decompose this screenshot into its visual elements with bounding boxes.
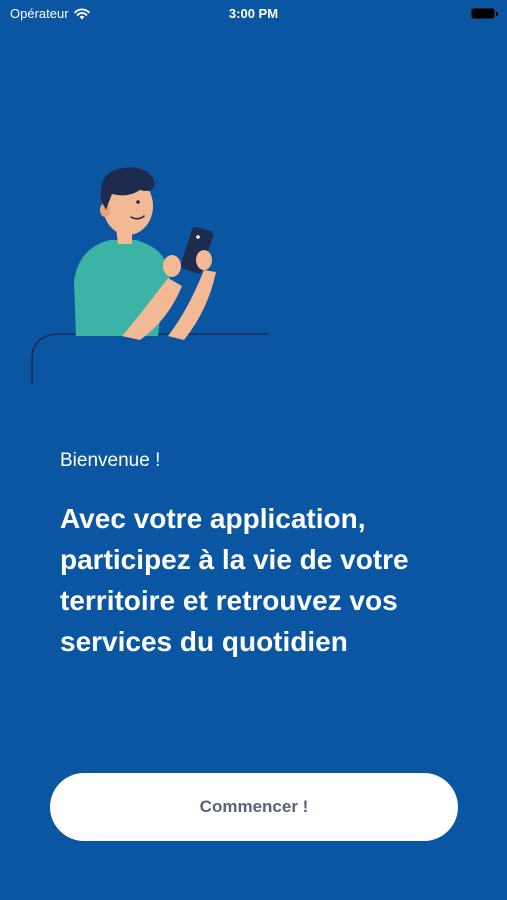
onboarding-screen: Opérateur 3:00 PM Bienvenue ! Avec votre…: [0, 0, 507, 900]
start-button[interactable]: Commencer !: [50, 773, 458, 841]
headline-text: Avec votre application, participez à la …: [60, 503, 409, 657]
person-with-phone-illustration: [31, 167, 268, 384]
status-bar: Opérateur 3:00 PM: [0, 0, 507, 28]
battery-icon: [471, 8, 498, 19]
welcome-text: Bienvenue !: [60, 450, 161, 471]
clock: 3:00 PM: [228, 6, 279, 21]
